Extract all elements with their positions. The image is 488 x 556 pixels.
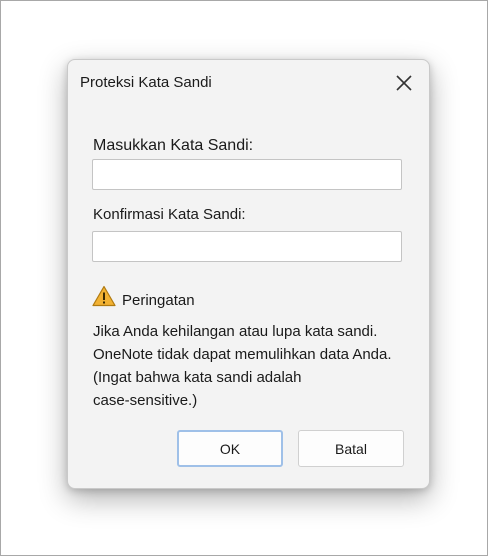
dialog-title: Proteksi Kata Sandi bbox=[80, 74, 212, 91]
password-label: Masukkan Kata Sandi: bbox=[93, 137, 254, 154]
cancel-button[interactable]: Batal bbox=[298, 430, 404, 467]
warning-title: Peringatan bbox=[122, 292, 195, 309]
close-button[interactable] bbox=[391, 70, 417, 96]
warning-message: Jika Anda kehilangan atau lupa kata sand… bbox=[93, 320, 423, 412]
close-icon bbox=[396, 75, 412, 91]
ok-button[interactable]: OK bbox=[177, 430, 283, 467]
confirm-password-label: Konfirmasi Kata Sandi: bbox=[93, 206, 246, 223]
password-input[interactable] bbox=[92, 159, 402, 190]
warning-line: (Ingat bahwa kata sandi adalah bbox=[93, 369, 302, 386]
confirm-password-input[interactable] bbox=[92, 231, 402, 262]
warning-line: Jika Anda kehilangan atau lupa kata sand… bbox=[93, 323, 378, 340]
password-protection-dialog: Proteksi Kata Sandi Masukkan Kata Sandi:… bbox=[67, 59, 430, 489]
warning-line: OneNote tidak dapat memulihkan data Anda… bbox=[93, 346, 392, 363]
warning-line: case-sensitive.) bbox=[93, 392, 198, 409]
warning-icon bbox=[92, 285, 116, 307]
